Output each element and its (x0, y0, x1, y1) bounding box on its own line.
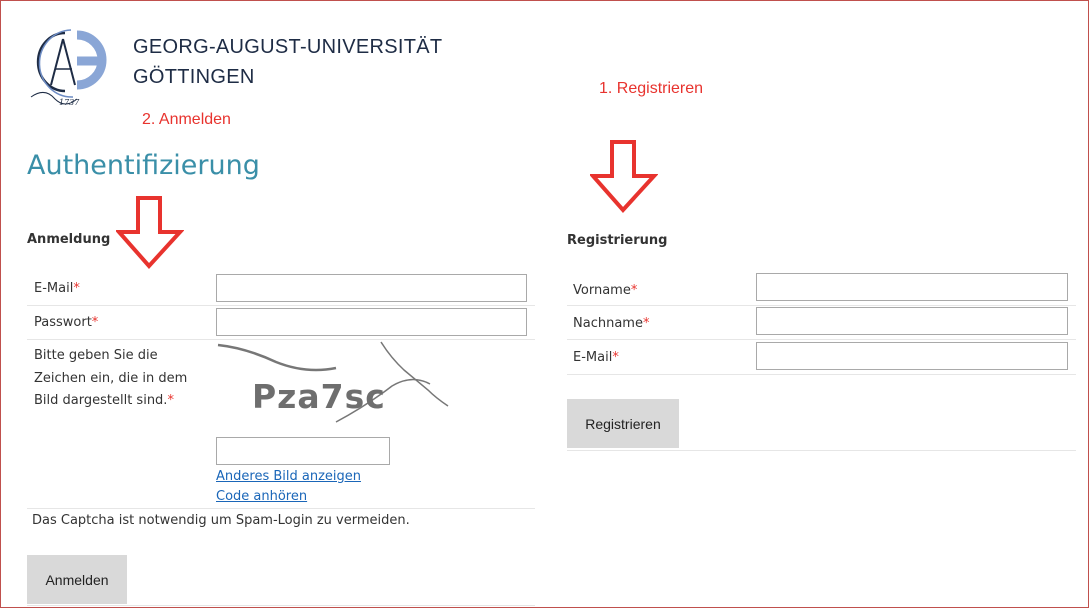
required-marker: * (612, 350, 619, 365)
required-marker: * (73, 281, 80, 296)
login-button[interactable]: Anmelden (27, 555, 127, 604)
row-divider (27, 605, 535, 606)
login-email-label: E-Mail* (34, 281, 80, 296)
register-lastname-input[interactable] (756, 307, 1068, 335)
arrow-down-icon-login (116, 196, 184, 270)
login-password-label: Passwort* (34, 315, 99, 330)
register-heading: Registrierung (567, 233, 668, 248)
row-divider (567, 374, 1076, 375)
required-marker: * (630, 283, 638, 298)
arrow-down-icon-register (590, 140, 658, 214)
login-email-input[interactable] (216, 274, 527, 302)
required-marker: * (167, 393, 174, 408)
register-email-label: E-Mail* (573, 350, 619, 365)
row-divider (27, 305, 535, 306)
university-seal-icon: 1737 (25, 25, 123, 107)
svg-text:1737: 1737 (59, 98, 80, 107)
other-image-link[interactable]: Anderes Bild anzeigen (216, 469, 361, 484)
university-name: GEORG-AUGUST-UNIVERSITÄT GÖTTINGEN (133, 32, 442, 92)
row-divider (567, 305, 1076, 306)
annotation-step-register: 1. Registrieren (599, 80, 704, 97)
captcha-image: Pza7sc (216, 340, 456, 435)
register-firstname-label: Vorname* (573, 283, 638, 298)
captcha-help-text: Bitte geben Sie die Zeichen ein, die in … (34, 348, 188, 408)
login-password-input[interactable] (216, 308, 527, 336)
row-divider (567, 450, 1076, 451)
required-marker: * (91, 315, 99, 330)
register-button[interactable]: Registrieren (567, 399, 679, 448)
register-email-input[interactable] (756, 342, 1068, 370)
listen-code-link[interactable]: Code anhören (216, 489, 307, 504)
login-heading: Anmeldung (27, 232, 111, 247)
register-lastname-label: Nachname* (573, 316, 650, 331)
row-divider (27, 508, 535, 509)
required-marker: * (642, 316, 650, 331)
annotation-step-login: 2. Anmelden (142, 111, 231, 128)
page-title: Authentifizierung (27, 150, 260, 181)
captcha-text: Pza7sc (252, 377, 386, 416)
captcha-note: Das Captcha ist notwendig um Spam-Login … (32, 513, 410, 528)
university-name-line1: GEORG-AUGUST-UNIVERSITÄT (133, 36, 443, 58)
register-firstname-input[interactable] (756, 273, 1068, 301)
university-name-line2: GÖTTINGEN (133, 66, 255, 88)
captcha-input[interactable] (216, 437, 390, 465)
row-divider (567, 339, 1076, 340)
